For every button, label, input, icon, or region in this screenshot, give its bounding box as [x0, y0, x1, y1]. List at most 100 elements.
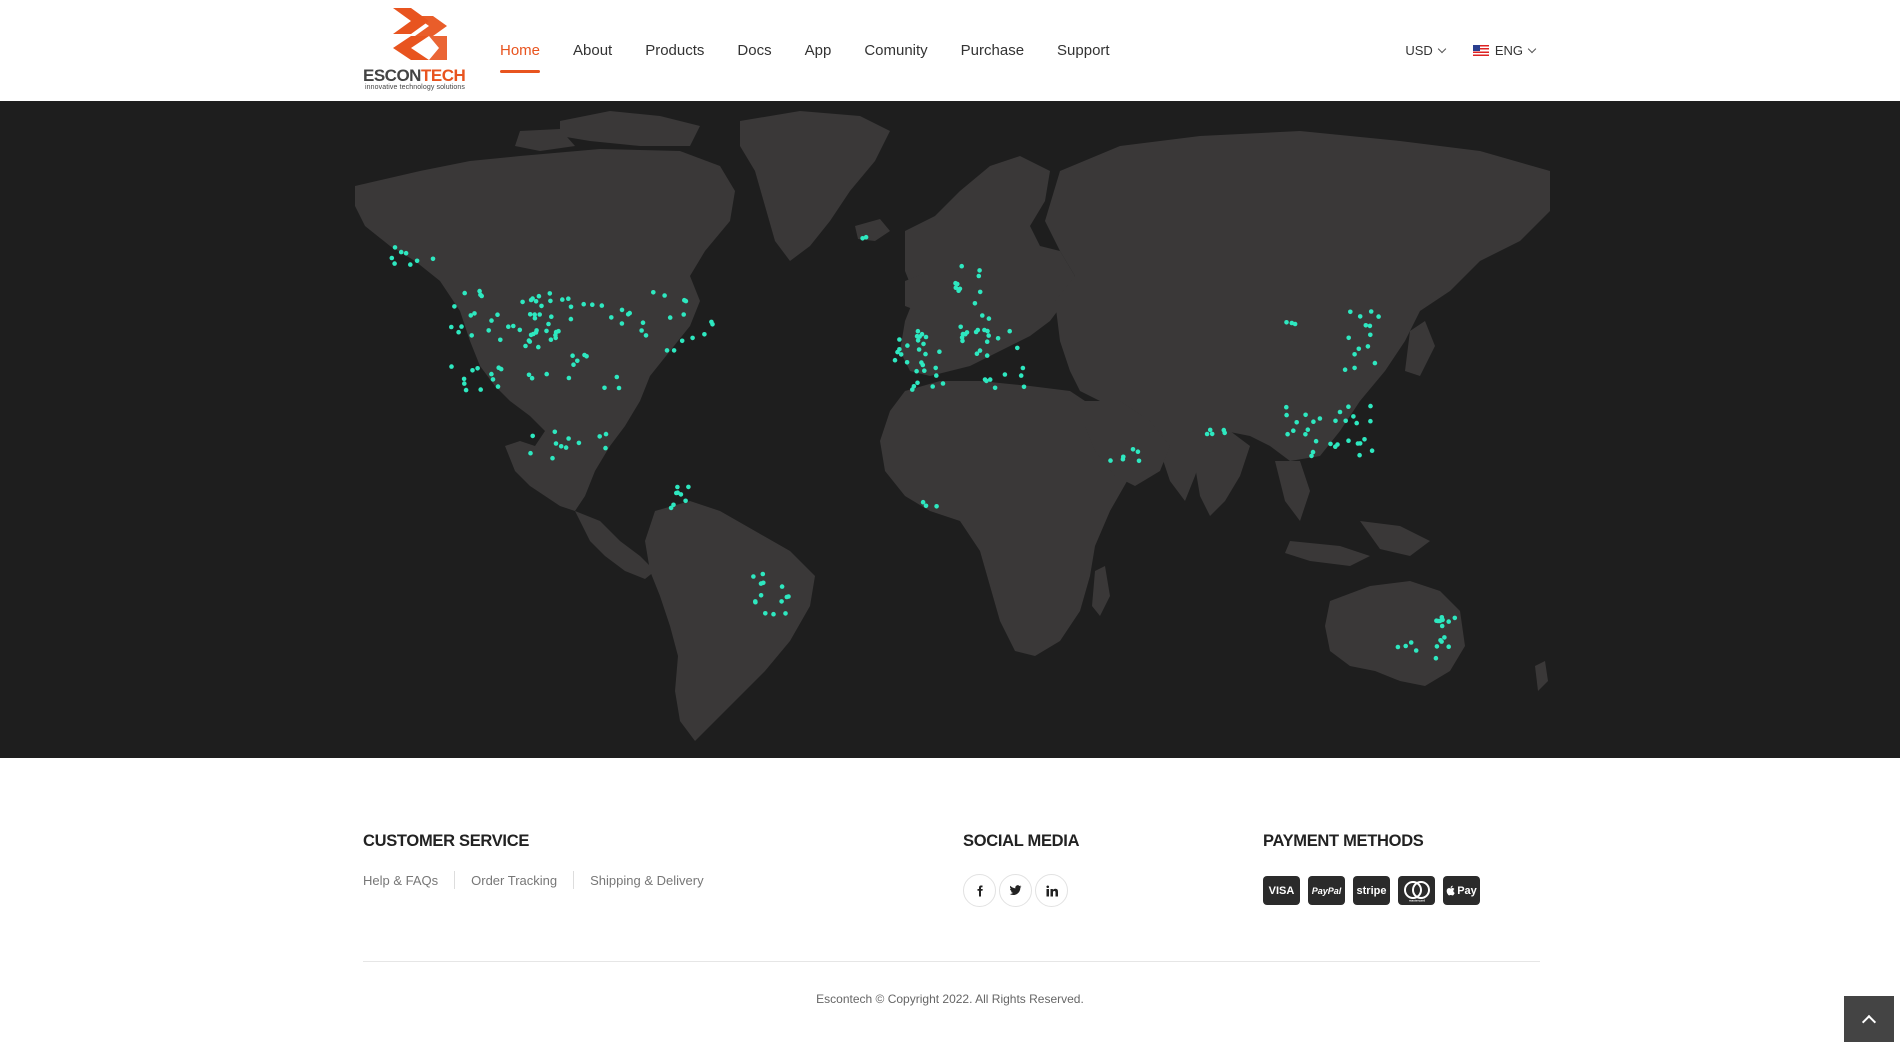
twitter-icon[interactable] — [999, 874, 1032, 907]
location-dot — [1207, 427, 1213, 433]
location-dot — [892, 357, 898, 363]
location-dot — [923, 334, 929, 340]
location-dot — [1356, 346, 1362, 352]
paypal-icon: PayPal — [1308, 876, 1345, 905]
nav-item-support[interactable]: Support — [1057, 42, 1110, 59]
currency-selector[interactable]: USD — [1405, 43, 1447, 58]
location-dot — [566, 296, 571, 301]
location-dot — [1363, 323, 1369, 328]
location-dot — [548, 337, 554, 342]
location-dot — [914, 368, 919, 374]
location-dot — [643, 333, 649, 338]
location-dot — [1362, 437, 1367, 442]
help-faqs-link[interactable]: Help & FAQs — [363, 873, 438, 888]
world-map — [355, 111, 1550, 741]
nav-item-app[interactable]: App — [805, 42, 832, 59]
location-dot — [639, 328, 644, 333]
linkedin-icon[interactable] — [1035, 874, 1068, 907]
location-dot — [533, 299, 539, 304]
location-dot — [709, 319, 714, 325]
location-dot — [529, 375, 535, 381]
location-dot — [651, 290, 656, 295]
nav-item-home[interactable]: Home — [500, 42, 541, 73]
location-dot — [1446, 619, 1451, 624]
shipping-delivery-link[interactable]: Shipping & Delivery — [590, 873, 703, 888]
location-dot — [547, 291, 553, 296]
location-dot — [920, 499, 926, 505]
location-dot — [1439, 623, 1445, 629]
location-dot — [940, 381, 946, 386]
location-dot — [1284, 404, 1289, 410]
nav-item-products[interactable]: Products — [645, 42, 704, 59]
us-flag-icon — [1472, 45, 1489, 56]
location-dot — [923, 351, 928, 357]
nav-item-purchase[interactable]: Purchase — [961, 42, 1024, 59]
scroll-to-top-button[interactable] — [1844, 996, 1894, 1042]
brand-logo[interactable]: ESCONTECH innovative technology solution… — [363, 8, 473, 94]
location-dot — [934, 373, 939, 378]
location-dot — [392, 245, 398, 250]
location-dot — [923, 503, 929, 509]
location-dot — [679, 338, 685, 344]
location-dot — [640, 320, 646, 325]
location-dot — [523, 343, 528, 349]
location-dot — [1446, 644, 1451, 649]
location-dot — [671, 502, 676, 508]
location-dot — [1376, 314, 1381, 319]
location-dot — [619, 321, 625, 326]
location-dot — [1284, 320, 1289, 325]
location-dot — [528, 450, 533, 456]
facebook-icon[interactable] — [963, 874, 996, 907]
location-dot — [549, 314, 554, 319]
nav-item-docs[interactable]: Docs — [737, 42, 771, 59]
location-dot — [995, 336, 1001, 341]
location-dot — [403, 250, 409, 256]
location-dot — [917, 334, 922, 339]
location-dot — [977, 289, 983, 295]
location-dot — [1007, 328, 1012, 334]
location-dot — [922, 368, 927, 374]
location-dot — [1368, 403, 1373, 409]
location-dot — [986, 333, 991, 338]
location-dot — [1408, 640, 1414, 645]
location-dot — [570, 353, 575, 358]
location-dot — [602, 385, 607, 391]
location-dot — [753, 599, 758, 604]
location-dot — [959, 263, 964, 269]
location-dot — [783, 611, 788, 616]
location-dot — [786, 594, 791, 599]
location-dot — [597, 434, 602, 439]
location-dot — [520, 299, 525, 305]
location-dot — [976, 273, 982, 279]
map-land — [355, 111, 1550, 741]
location-dot — [984, 339, 990, 344]
location-dot — [910, 387, 915, 392]
location-dot — [392, 261, 397, 266]
location-dot — [558, 444, 564, 449]
location-dot — [1294, 420, 1299, 425]
location-dot — [1291, 428, 1296, 434]
location-dot — [1352, 365, 1357, 371]
location-dot — [552, 429, 558, 435]
location-dot — [1357, 441, 1363, 446]
location-dot — [566, 375, 572, 381]
location-dot — [1368, 309, 1374, 314]
location-dot — [1351, 414, 1356, 419]
nav-item-about[interactable]: About — [573, 42, 612, 59]
language-selector[interactable]: ENG — [1472, 43, 1537, 58]
nav-item-community[interactable]: Comunity — [864, 42, 927, 59]
order-tracking-link[interactable]: Order Tracking — [471, 873, 557, 888]
location-dot — [472, 311, 477, 316]
brand-tagline: innovative technology solutions — [365, 84, 465, 91]
header-settings: USD ENG — [1377, 0, 1537, 101]
location-dot — [956, 288, 961, 293]
location-dot — [526, 338, 532, 343]
location-dot — [1020, 365, 1026, 371]
visa-icon: VISA — [1263, 876, 1300, 905]
location-dot — [984, 378, 989, 384]
location-dot — [683, 298, 689, 304]
location-dot — [581, 301, 586, 307]
location-dot — [550, 455, 555, 461]
location-dot — [430, 256, 436, 262]
location-dot — [531, 331, 536, 337]
